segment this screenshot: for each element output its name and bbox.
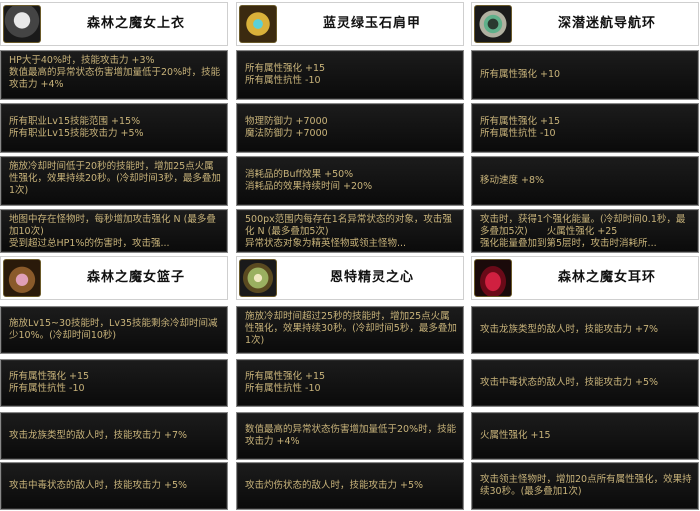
item-name: 森林之魔女篮子 — [86, 270, 185, 285]
stat-box: 施放冷却时间低于20秒的技能时，增加25点火属性强化，效果持续20秒。(冷却时间… — [0, 156, 228, 206]
stat-box: 地图中存在怪物时，每秒增加攻击强化 N (最多叠加10次) 受到超过总HP1%的… — [0, 209, 228, 253]
stat-box: 消耗品的Buff效果 +50% 消耗品的效果持续时间 +20% — [236, 156, 464, 206]
item-header: 蓝灵绿玉石肩甲 — [236, 2, 464, 46]
stat-box: 攻击中毒状态的敌人时，技能攻击力 +5% — [471, 359, 699, 407]
stat-box: HP大于40%时，技能攻击力 +3% 数值最高的异常状态伤害增加量低于20%时，… — [0, 50, 228, 100]
stat-box: 500px范围内每存在1名异常状态的对象，攻击强化 N (最多叠加5次) 异常状… — [236, 209, 464, 253]
item-header: 森林之魔女耳环 — [471, 256, 699, 300]
stat-box: 所有属性强化 +15 所有属性抗性 -10 — [236, 50, 464, 100]
item-header: 森林之魔女上衣 — [0, 2, 228, 46]
item-header: 深潜迷航导航环 — [471, 2, 699, 46]
item-name: 蓝灵绿玉石肩甲 — [322, 16, 421, 31]
item-name: 恩特精灵之心 — [329, 270, 414, 285]
stat-box: 火属性强化 +15 — [471, 412, 699, 460]
stat-box: 数值最高的异常状态伤害增加量低于20%时，技能攻击力 +4% — [236, 412, 464, 460]
stat-box: 所有职业Lv15技能范围 +15% 所有职业Lv15技能攻击力 +5% — [0, 103, 228, 153]
stat-box: 物理防御力 +7000 魔法防御力 +7000 — [236, 103, 464, 153]
stat-box: 所有属性强化 +15 所有属性抗性 -10 — [0, 359, 228, 407]
basket-icon[interactable] — [3, 259, 41, 297]
item-name: 森林之魔女上衣 — [86, 16, 185, 31]
stat-box: 攻击中毒状态的敌人时，技能攻击力 +5% — [0, 462, 228, 510]
stat-box: 攻击龙族类型的敌人时，技能攻击力 +7% — [471, 306, 699, 354]
item-header: 恩特精灵之心 — [236, 256, 464, 300]
shoulder-armor-icon[interactable] — [239, 5, 277, 43]
stat-box: 施放冷却时间超过25秒的技能时，增加25点火属性强化，效果持续30秒。(冷却时间… — [236, 306, 464, 354]
spirit-heart-icon[interactable] — [239, 259, 277, 297]
stat-box: 施放Lv15~30技能时，Lv35技能剩余冷却时间减少10%。(冷却时间10秒) — [0, 306, 228, 354]
stat-box: 攻击龙族类型的敌人时，技能攻击力 +7% — [0, 412, 228, 460]
stat-box: 移动速度 +8% — [471, 156, 699, 206]
earring-icon[interactable] — [474, 259, 512, 297]
item-name: 森林之魔女耳环 — [557, 270, 656, 285]
stat-box: 所有属性强化 +10 — [471, 50, 699, 100]
stat-box: 攻击领主怪物时，增加20点所有属性强化，效果持续30秒。(最多叠加1次) — [471, 462, 699, 510]
stat-box: 攻击灼伤状态的敌人时，技能攻击力 +5% — [236, 462, 464, 510]
robe-icon[interactable] — [3, 5, 41, 43]
item-name: 深潜迷航导航环 — [557, 16, 656, 31]
stat-box: 攻击时，获得1个强化能量。(冷却时间0.1秒，最多叠加5次) 火属性强化 +25… — [471, 209, 699, 253]
stat-box: 所有属性强化 +15 所有属性抗性 -10 — [471, 103, 699, 153]
item-header: 森林之魔女篮子 — [0, 256, 228, 300]
stat-box: 所有属性强化 +15 所有属性抗性 -10 — [236, 359, 464, 407]
navigation-ring-icon[interactable] — [474, 5, 512, 43]
